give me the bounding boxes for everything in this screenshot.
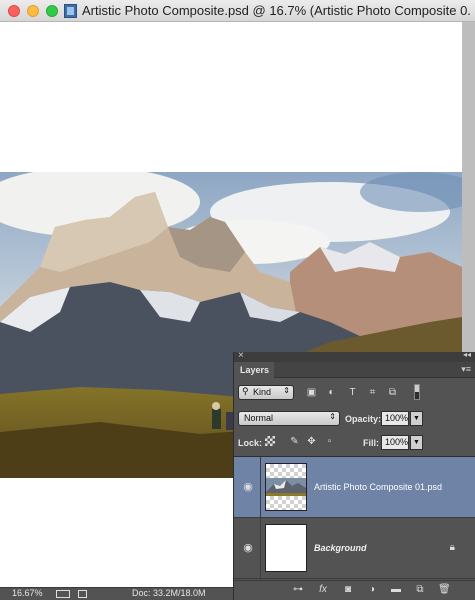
close-panel-icon[interactable]: × (238, 350, 244, 361)
fx-icon[interactable]: fx (317, 584, 329, 596)
opacity-dropdown-icon[interactable]: ▼ (410, 411, 423, 426)
blend-mode-select[interactable]: Normal ⇕ (238, 411, 340, 426)
layer-filter-row: ⚲ Kind ⇕ ▣ ◐ T ⌗ ⧉ (234, 378, 475, 408)
visibility-column-divider (260, 457, 261, 518)
search-icon: ⚲ (242, 386, 249, 396)
trash-icon[interactable]: 🗑︎ (438, 584, 451, 596)
smart-object-filter-icon[interactable]: ⧉ (387, 387, 398, 398)
collapse-panel-icon[interactable]: ◂◂ (463, 350, 471, 359)
window-titlebar: Artistic Photo Composite.psd @ 16.7% (Ar… (0, 0, 475, 22)
filter-kind-select[interactable]: ⚲ Kind ⇕ (238, 385, 294, 400)
panel-header: × ◂◂ (234, 350, 475, 362)
layer-name[interactable]: Background (314, 543, 367, 553)
eye-visibility-icon[interactable]: ◉ (242, 481, 254, 493)
zoom-window-button[interactable] (46, 5, 58, 17)
panel-menu-icon[interactable]: ▾≡ (461, 364, 471, 375)
chevron-updown-icon: ⇕ (283, 386, 290, 395)
document-size[interactable]: Doc: 33.2M/18.0M (132, 588, 206, 598)
layer-thumbnail (265, 463, 307, 511)
mask-icon[interactable]: ◙ (342, 584, 354, 596)
group-folder-icon[interactable]: ▬ (390, 584, 402, 596)
visibility-column-divider (260, 518, 261, 579)
blend-row: Normal ⇕ Opacity: 100% ▼ (234, 408, 475, 430)
layer-list: ◉ Artistic Photo Composite 01.psd ◉ Back… (234, 456, 475, 580)
close-window-button[interactable] (8, 5, 20, 17)
shape-filter-icon[interactable]: ⌗ (367, 387, 378, 398)
link-icon[interactable]: ⊶ (292, 584, 304, 596)
panel-footer: ⊶ fx ◙ ◑ ▬ ⧉ 🗑︎ (234, 580, 475, 600)
layer-thumbnail (265, 524, 307, 572)
layer-row-background[interactable]: ◉ Background 🔒︎ (234, 518, 475, 579)
layers-panel: × ◂◂ Layers ▾≡ ⚲ Kind ⇕ ▣ ◐ T ⌗ ⧉ Normal… (233, 350, 475, 600)
status-toggle-icon[interactable] (56, 590, 70, 598)
layer-name[interactable]: Artistic Photo Composite 01.psd (314, 482, 442, 492)
lock-brush-icon[interactable]: ✎ (289, 436, 300, 447)
share-icon[interactable] (78, 590, 87, 598)
filter-toggle[interactable] (414, 384, 420, 400)
new-layer-icon[interactable]: ⧉ (414, 584, 426, 596)
minimize-window-button[interactable] (27, 5, 39, 17)
lock-all-icon[interactable]: ▫ (324, 436, 335, 447)
pixel-filter-icon[interactable]: ▣ (306, 387, 317, 398)
zoom-level[interactable]: 16.67% (12, 588, 43, 598)
filter-kind-value: Kind (253, 387, 272, 397)
layer-row-composite[interactable]: ◉ Artistic Photo Composite 01.psd (234, 457, 475, 518)
panel-tab-row: Layers ▾≡ (234, 362, 475, 378)
lock-label: Lock: (238, 438, 263, 448)
adjustment-icon[interactable]: ◑ (366, 584, 378, 596)
opacity-label: Opacity: (345, 414, 382, 424)
lock-transparency-icon[interactable] (265, 436, 275, 446)
chevron-updown-icon: ⇕ (329, 412, 336, 421)
blend-mode-value: Normal (244, 413, 274, 423)
adjustment-filter-icon[interactable]: ◐ (326, 387, 337, 398)
eye-visibility-icon[interactable]: ◉ (242, 542, 254, 554)
tab-layers[interactable]: Layers (234, 362, 274, 378)
fill-input[interactable]: 100% (381, 435, 409, 450)
type-filter-icon[interactable]: T (347, 387, 358, 398)
psd-document-icon (64, 4, 77, 18)
window-title: Artistic Photo Composite.psd @ 16.7% (Ar… (82, 3, 472, 18)
opacity-input[interactable]: 100% (381, 411, 409, 426)
fill-label: Fill: (363, 438, 379, 448)
lock-move-icon[interactable]: ✥ (306, 436, 317, 447)
lock-icon: 🔒︎ (449, 542, 455, 553)
fill-dropdown-icon[interactable]: ▼ (410, 435, 423, 450)
